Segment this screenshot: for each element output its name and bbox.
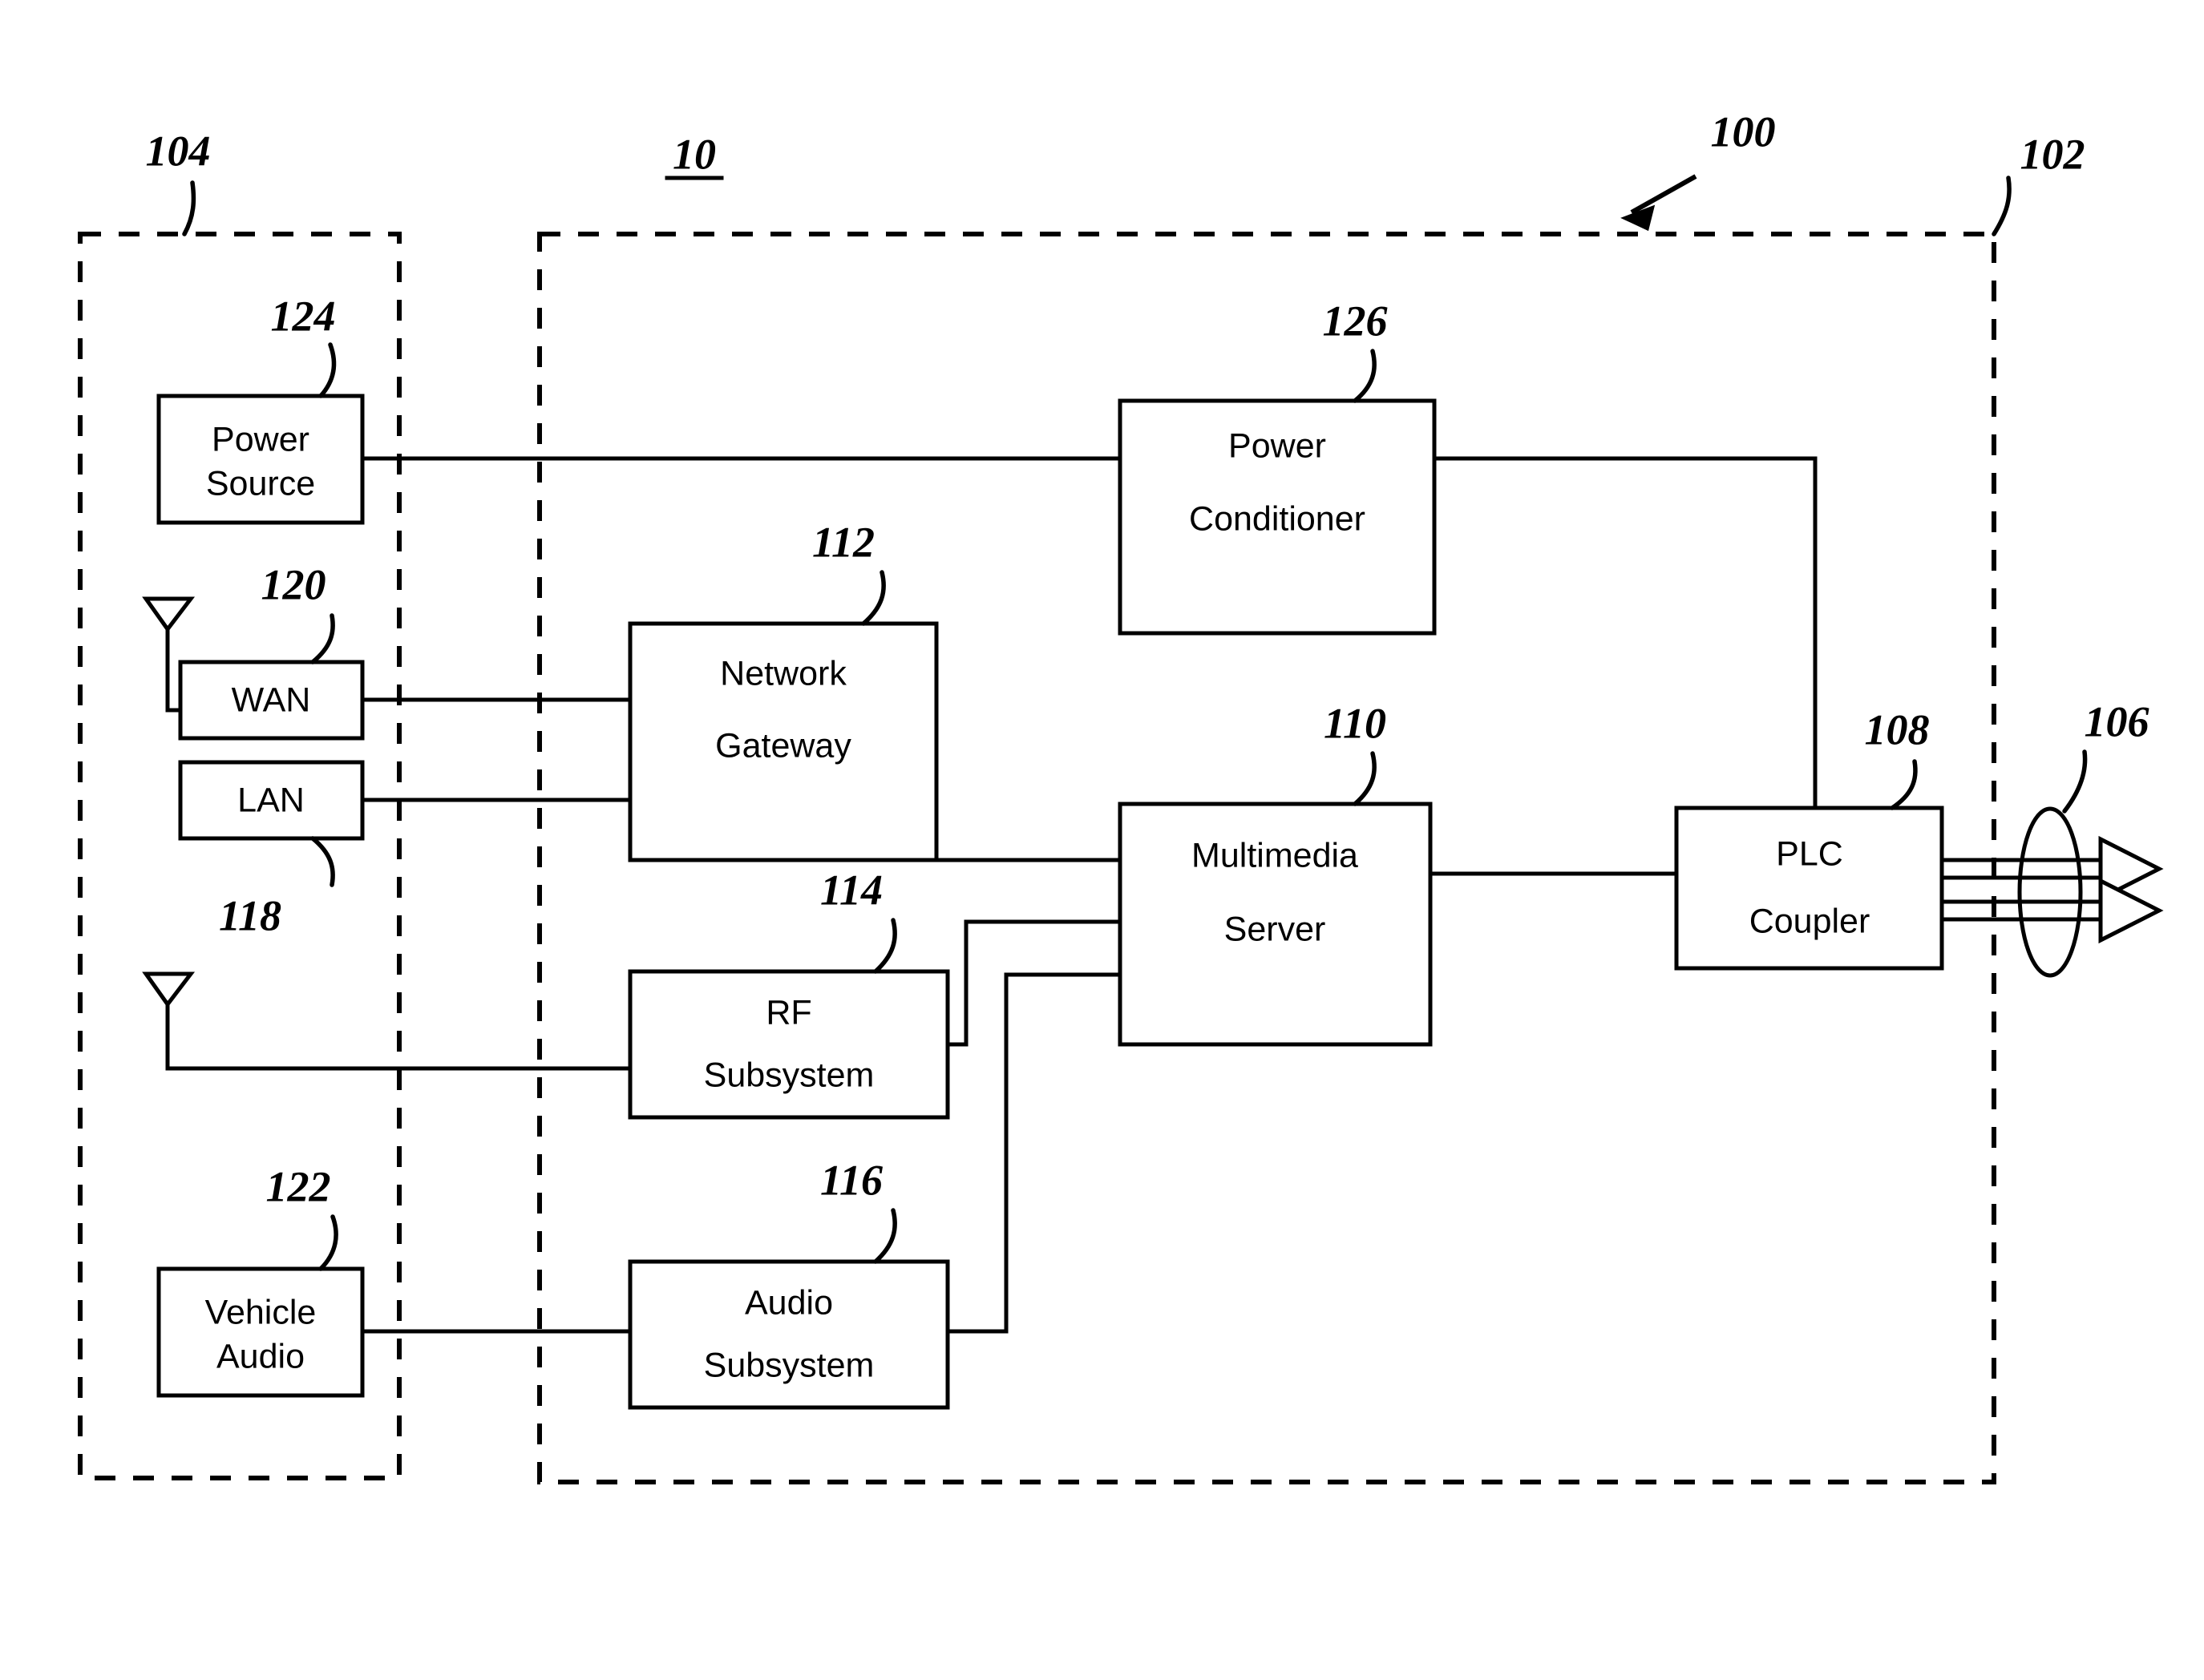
leader-104 (182, 180, 196, 236)
plc-coupler-label-line1: PLC (1776, 834, 1843, 873)
block-plc-coupler[interactable]: PLC Coupler (1674, 806, 1944, 971)
block-power-source[interactable]: Power Source (156, 394, 365, 525)
leader-108 (1890, 759, 1918, 810)
powerline-bundle-ellipse (2017, 806, 2083, 978)
rf-subsystem-label-line2: Subsystem (704, 1056, 875, 1094)
figure-ref-10: 10 (673, 130, 716, 178)
lan-label: LAN (237, 781, 305, 819)
block-lan[interactable]: LAN (178, 760, 365, 841)
vehicle-audio-label-line1: Vehicle (205, 1293, 317, 1331)
block-rf-subsystem[interactable]: RF Subsystem (628, 969, 950, 1120)
leader-116 (873, 1208, 897, 1264)
vehicle-audio-label-line2: Audio (216, 1337, 305, 1375)
ref-label-104: 104 (146, 127, 211, 175)
leader-124 (318, 342, 337, 398)
powerline-arrowhead-lower (2098, 877, 2164, 944)
ref-label-108: 108 (1865, 705, 1930, 753)
ref-label-114: 114 (820, 866, 883, 914)
power-source-label-line1: Power (212, 420, 309, 458)
ref-label-112: 112 (812, 518, 875, 566)
plc-coupler-label-line2: Coupler (1749, 902, 1870, 940)
wire-rf-subsystem-to-multimedia-server (945, 919, 1122, 1047)
leader-112 (861, 570, 886, 626)
multimedia-server-label-line1: Multimedia (1191, 836, 1358, 874)
leader-110 (1353, 751, 1377, 806)
ref-label-118: 118 (219, 891, 281, 939)
network-gateway-label-line2: Gateway (715, 726, 851, 765)
leader-106 (2062, 749, 2088, 814)
leader-118 (310, 836, 335, 887)
ref-label-106: 106 (2085, 697, 2149, 745)
powerline-bundle-106 (1939, 806, 2164, 978)
system-arrow-shaft-100 (1630, 174, 1697, 215)
ref-label-100: 100 (1711, 107, 1776, 155)
patent-figure: 104 102 10 100 Power Source 124 WAN 120 … (0, 0, 2204, 1680)
ref-label-122: 122 (266, 1162, 331, 1210)
wire-audio-subsystem-to-multimedia-server (945, 972, 1122, 1334)
power-source-box[interactable] (156, 394, 365, 525)
wan-antenna-icon (142, 596, 196, 633)
wan-label: WAN (232, 680, 311, 719)
block-network-gateway[interactable]: Network Gateway (628, 621, 939, 862)
power-conditioner-label-line2: Conditioner (1189, 499, 1365, 538)
block-power-conditioner[interactable]: Power Conditioner (1118, 398, 1437, 636)
block-wan[interactable]: WAN (178, 660, 365, 741)
leader-126 (1353, 349, 1377, 403)
rf-antenna-icon (142, 971, 196, 1008)
power-source-label-line2: Source (206, 464, 315, 503)
ref-label-120: 120 (261, 560, 326, 608)
block-audio-subsystem[interactable]: Audio Subsystem (628, 1259, 950, 1410)
ref-label-126: 126 (1323, 297, 1388, 345)
power-conditioner-label-line1: Power (1228, 426, 1326, 465)
vehicle-audio-box[interactable] (156, 1266, 365, 1398)
leader-122 (318, 1214, 338, 1271)
ref-label-124: 124 (271, 292, 336, 340)
rf-subsystem-label-line1: RF (766, 993, 811, 1032)
leader-102 (1992, 176, 2012, 236)
ref-label-110: 110 (1324, 699, 1386, 747)
ref-label-116: 116 (820, 1156, 883, 1204)
audio-subsystem-label-line1: Audio (745, 1283, 833, 1322)
ref-label-102: 102 (2020, 130, 2085, 178)
leader-120 (310, 613, 335, 664)
audio-subsystem-label-line2: Subsystem (704, 1346, 875, 1384)
block-vehicle-audio[interactable]: Vehicle Audio (156, 1266, 365, 1398)
leader-114 (873, 918, 897, 974)
network-gateway-label-line1: Network (720, 654, 847, 693)
block-diagram-canvas: 104 102 10 100 Power Source 124 WAN 120 … (78, 107, 2164, 1484)
wire-conditioner-to-plc-coupler (1432, 456, 1818, 810)
plc-coupler-box[interactable] (1674, 806, 1944, 971)
multimedia-server-label-line2: Server (1224, 910, 1326, 948)
block-multimedia-server[interactable]: Multimedia Server (1118, 802, 1433, 1047)
